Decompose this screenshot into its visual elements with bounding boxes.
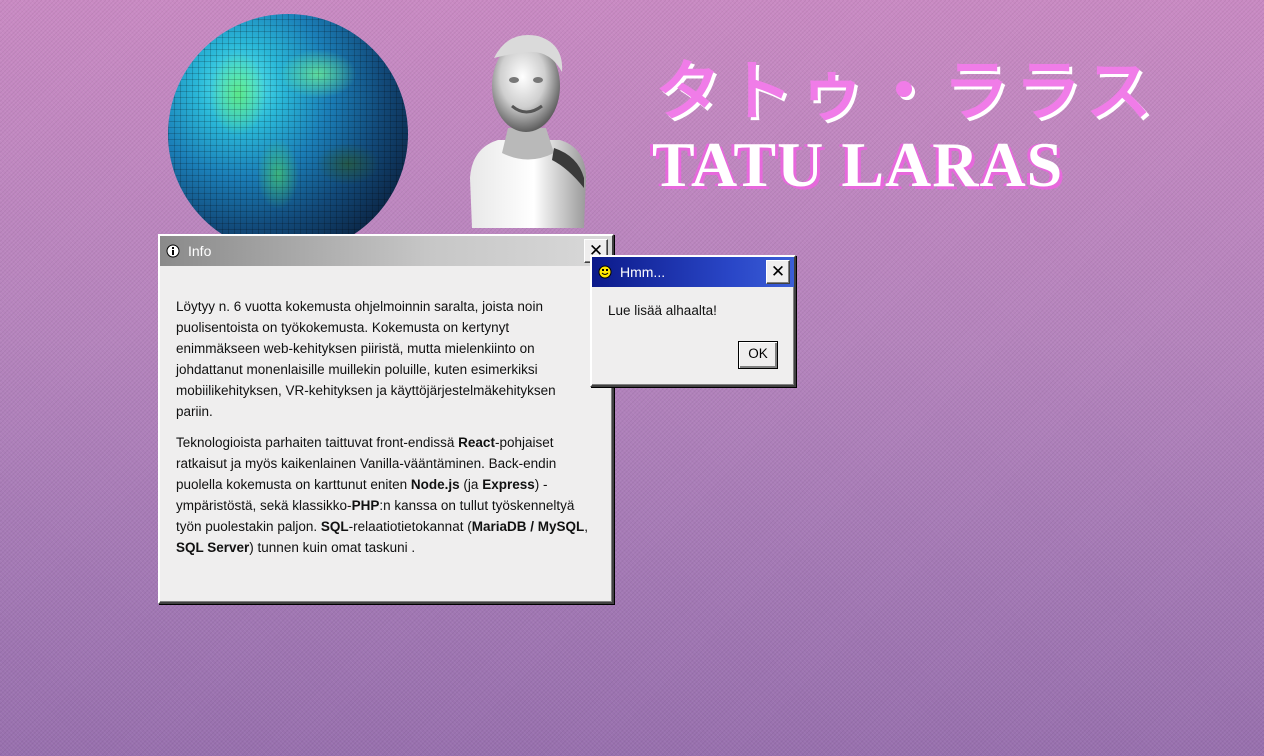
hmm-dialog-message: Lue lisää alhaalta! xyxy=(608,303,717,318)
pixel-globe-image xyxy=(168,14,408,254)
info-window: Info ✕ Löytyy n. 6 vuotta kokemusta ohje… xyxy=(158,234,614,604)
info-window-body: Löytyy n. 6 vuotta kokemusta ohjelmoinni… xyxy=(160,266,612,580)
ok-button[interactable]: OK xyxy=(738,341,778,369)
title-japanese: タトゥ・ララス xyxy=(655,53,1158,130)
smiley-icon xyxy=(598,265,612,279)
info-paragraph-2: Teknologioista parhaiten taittuvat front… xyxy=(176,435,588,555)
statue-bust-image xyxy=(470,34,586,228)
info-window-title: Info xyxy=(188,243,212,259)
info-icon xyxy=(166,244,180,258)
info-paragraph-1: Löytyy n. 6 vuotta kokemusta ohjelmoinni… xyxy=(176,299,556,419)
hmm-close-button[interactable]: ✕ xyxy=(766,260,790,284)
hmm-dialog-titlebar[interactable]: Hmm... ✕ xyxy=(592,257,794,287)
info-window-titlebar[interactable]: Info ✕ xyxy=(160,236,612,266)
title-latin: TATU LARAS xyxy=(652,129,1064,200)
hmm-dialog: Hmm... ✕ Lue lisää alhaalta! OK xyxy=(590,255,796,387)
hmm-dialog-title: Hmm... xyxy=(620,264,666,280)
